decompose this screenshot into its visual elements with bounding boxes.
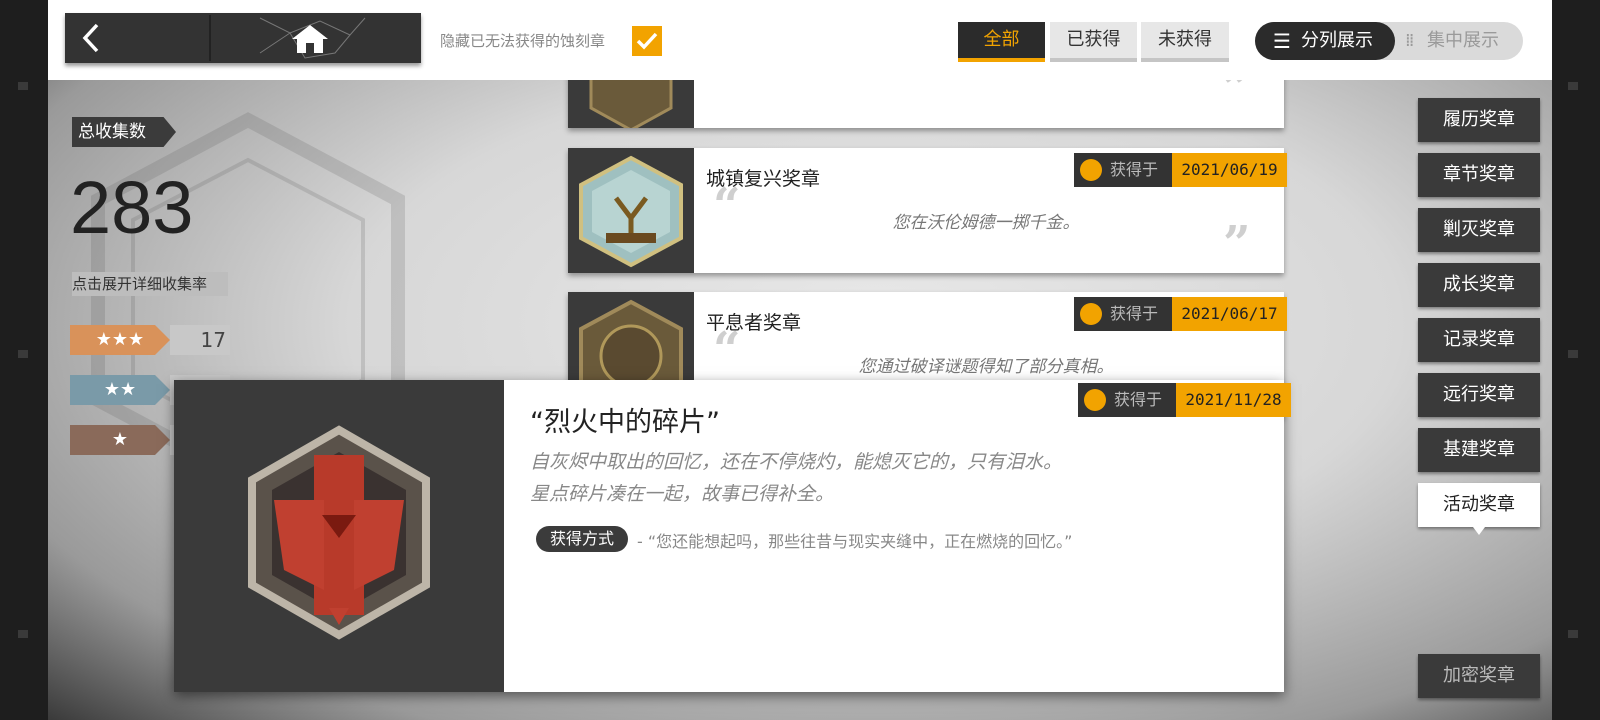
medal-desc: 您通过破译谜题得知了部分真相。 bbox=[858, 357, 1114, 377]
list-view-label: 分列展示 bbox=[1301, 30, 1373, 51]
obtained-label: 获得于 bbox=[1114, 390, 1163, 409]
medal-image bbox=[568, 148, 694, 273]
category-resume[interactable]: 履历奖章 bbox=[1418, 98, 1540, 142]
fire-fragment-medal-icon bbox=[248, 425, 430, 640]
tab-all[interactable]: 全部 bbox=[958, 22, 1045, 62]
checkmark-icon bbox=[636, 32, 658, 50]
medal-card[interactable]: 城镇复兴奖章 “ 您在沃伦姆德一掷千金。 ” 获得于 2021/06/19 bbox=[568, 148, 1287, 273]
detail-description: 自灰烬中取出的回忆，还在不停烧灼，能熄灭它的，只有泪水。 星点碎片凑在一起，故事… bbox=[530, 446, 1062, 510]
expand-detail-button[interactable]: 点击展开详细收集率 bbox=[72, 272, 228, 296]
method-text: - “您还能想起吗，那些往昔与现实夹缝中，正在燃烧的回忆。” bbox=[637, 532, 1073, 551]
grid-view-label: 集中展示 bbox=[1427, 30, 1499, 51]
medal-desc: 您在沃伦姆德一掷千金。 bbox=[892, 213, 1080, 233]
hide-unavailable-label: 隐藏已无法获得的蚀刻章 bbox=[440, 32, 606, 50]
nav-divider bbox=[209, 15, 211, 61]
frame-tick bbox=[18, 630, 28, 638]
category-expedition[interactable]: 远行奖章 bbox=[1418, 373, 1540, 417]
method-label: 获得方式 bbox=[536, 526, 629, 552]
medal-detail-panel[interactable]: “烈火中的碎片” 自灰烬中取出的回忆，还在不停烧灼，能熄灭它的，只有泪水。 星点… bbox=[174, 380, 1291, 692]
category-base[interactable]: 基建奖章 bbox=[1418, 428, 1540, 472]
frame-tick bbox=[1568, 350, 1578, 358]
obtained-label: 获得于 bbox=[1110, 304, 1159, 323]
obtained-date: 2021/06/17 bbox=[1172, 297, 1287, 331]
hide-unavailable-checkbox[interactable] bbox=[632, 26, 662, 56]
frame-tick bbox=[1568, 630, 1578, 638]
category-event[interactable]: 活动奖章 bbox=[1418, 483, 1540, 535]
grid-view-button[interactable]: ⁞⁞ 集中展示 bbox=[1405, 22, 1523, 60]
check-icon bbox=[1080, 303, 1102, 325]
detail-desc-line: 自灰烬中取出的回忆，还在不停烧灼，能熄灭它的，只有泪水。 bbox=[530, 451, 1063, 473]
right-frame bbox=[1552, 0, 1600, 720]
detail-desc-line: 星点碎片凑在一起，故事已得补全。 bbox=[530, 483, 835, 505]
rank-count: 17 bbox=[170, 325, 230, 355]
back-arrow-icon[interactable] bbox=[75, 21, 109, 55]
left-frame bbox=[0, 0, 48, 720]
grid-dots-icon: ⁞⁞ bbox=[1405, 30, 1415, 51]
two-star-icon: ★★ bbox=[70, 375, 170, 405]
list-view-button[interactable]: ☰ 分列展示 bbox=[1255, 22, 1395, 60]
total-count: 283 bbox=[70, 166, 194, 249]
obtained-date: 2021/06/19 bbox=[1172, 153, 1287, 187]
tab-obtained[interactable]: 已获得 bbox=[1050, 22, 1137, 62]
detail-title: “烈火中的碎片” bbox=[530, 407, 720, 438]
frame-tick bbox=[18, 350, 28, 358]
list-icon: ☰ bbox=[1273, 29, 1291, 53]
rank-three-star: ★★★ 17 bbox=[70, 325, 230, 355]
three-star-icon: ★★★ bbox=[70, 325, 170, 355]
category-chapter[interactable]: 章节奖章 bbox=[1418, 153, 1540, 197]
frame-tick bbox=[18, 82, 28, 90]
obtained-label: 获得于 bbox=[1110, 160, 1159, 179]
home-icon[interactable] bbox=[290, 23, 330, 55]
tab-not-obtained[interactable]: 未获得 bbox=[1141, 22, 1229, 62]
check-icon bbox=[1084, 389, 1106, 411]
category-annihilation[interactable]: 剿灭奖章 bbox=[1418, 208, 1540, 252]
frame-tick bbox=[1568, 82, 1578, 90]
category-record[interactable]: 记录奖章 bbox=[1418, 318, 1540, 362]
view-toggle: ☰ 分列展示 ⁞⁞ 集中展示 bbox=[1255, 22, 1523, 60]
category-secret[interactable]: 加密奖章 bbox=[1418, 654, 1540, 698]
check-icon bbox=[1080, 159, 1102, 181]
medal-image-large bbox=[174, 380, 504, 692]
nav-box bbox=[65, 13, 421, 63]
total-collection-label: 总收集数 bbox=[72, 117, 176, 147]
category-growth[interactable]: 成长奖章 bbox=[1418, 263, 1540, 307]
quote-close-icon: ” bbox=[1223, 216, 1251, 272]
obtained-date: 2021/11/28 bbox=[1176, 383, 1291, 417]
one-star-icon: ★ bbox=[70, 425, 170, 455]
